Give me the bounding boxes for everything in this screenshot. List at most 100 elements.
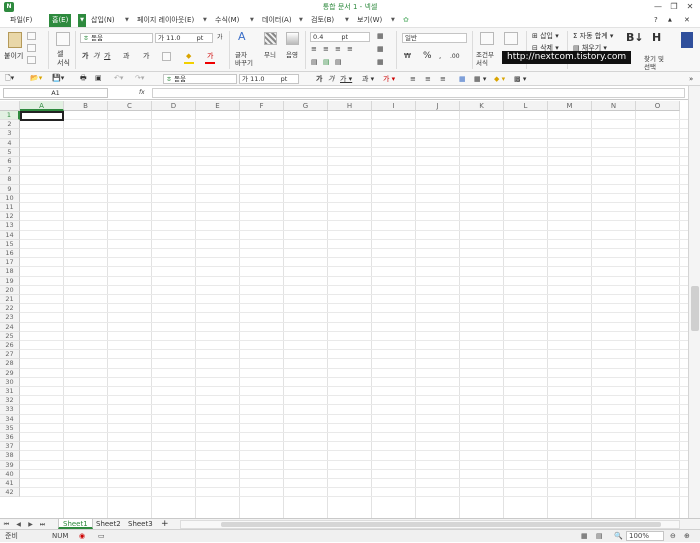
column-header-f[interactable]: F bbox=[240, 101, 284, 111]
percent-button[interactable]: % bbox=[423, 52, 432, 61]
italic-button[interactable]: 가 bbox=[93, 52, 99, 61]
caret-icon[interactable]: ▼ bbox=[299, 14, 303, 27]
cut-icon[interactable] bbox=[27, 32, 36, 40]
valign-bottom-icon[interactable]: ▤ bbox=[335, 58, 342, 67]
print-preview-icon[interactable]: ▣ bbox=[95, 74, 102, 83]
char-style-button[interactable]: 가 bbox=[143, 52, 149, 61]
macro-icon[interactable]: ▭ bbox=[98, 530, 105, 543]
caret-icon[interactable]: ▼ bbox=[203, 14, 207, 27]
menu-insert[interactable]: 삽입(N) bbox=[91, 14, 115, 27]
menu-data[interactable]: 데이터(A) bbox=[262, 14, 292, 27]
vertical-scroll-thumb[interactable] bbox=[691, 286, 699, 331]
conditional-format-label[interactable]: 조건부 서식 bbox=[476, 51, 494, 67]
row-header-28[interactable]: 28 bbox=[0, 359, 20, 369]
paste-label[interactable]: 붙이기 bbox=[4, 52, 23, 61]
row-header-9[interactable]: 9 bbox=[0, 184, 20, 194]
row-header-8[interactable]: 8 bbox=[0, 175, 20, 185]
table-style-icon[interactable] bbox=[504, 32, 518, 45]
row-header-2[interactable]: 2 bbox=[0, 120, 20, 130]
cell-format-label[interactable]: 셀 서식 bbox=[57, 50, 70, 68]
menu-formula[interactable]: 수식(M) bbox=[215, 14, 239, 27]
row-header-38[interactable]: 38 bbox=[0, 451, 20, 461]
row-header-15[interactable]: 15 bbox=[0, 239, 20, 249]
format-painter-icon[interactable] bbox=[27, 56, 36, 64]
font-name-dropdown[interactable]: ㅎ 돋움 bbox=[80, 33, 153, 43]
comma-button[interactable]: , bbox=[439, 52, 441, 61]
row-header-39[interactable]: 39 bbox=[0, 460, 20, 470]
next-sheet-icon[interactable]: ▶ bbox=[26, 520, 35, 529]
pattern-label[interactable]: 무늬 bbox=[264, 51, 276, 60]
row-header-23[interactable]: 23 bbox=[0, 313, 20, 323]
menu-file[interactable]: 파일(F) bbox=[10, 14, 32, 27]
font-color-icon[interactable]: 가 bbox=[207, 52, 213, 61]
shade-icon[interactable] bbox=[286, 32, 299, 45]
row-header-33[interactable]: 33 bbox=[0, 405, 20, 415]
help-icon[interactable]: ? bbox=[654, 14, 658, 27]
column-header-k[interactable]: K bbox=[460, 101, 504, 111]
row-header-1[interactable]: 1 bbox=[0, 111, 20, 121]
row-header-26[interactable]: 26 bbox=[0, 341, 20, 351]
row-header-36[interactable]: 36 bbox=[0, 433, 20, 443]
quick-align-left-icon[interactable]: ≡ bbox=[410, 75, 416, 84]
paste-icon[interactable] bbox=[8, 32, 22, 48]
row-header-22[interactable]: 22 bbox=[0, 304, 20, 314]
autosum-button[interactable]: Σ 자동 합계 ▾ bbox=[573, 32, 613, 41]
open-icon[interactable]: 📂▾ bbox=[30, 74, 42, 83]
find-icon[interactable]: H bbox=[652, 32, 661, 43]
row-header-25[interactable]: 25 bbox=[0, 331, 20, 341]
hancom-space-icon[interactable] bbox=[681, 32, 693, 48]
column-header-b[interactable]: B bbox=[64, 101, 108, 111]
row-header-35[interactable]: 35 bbox=[0, 423, 20, 433]
spreadsheet-grid[interactable]: ABCDEFGHIJKLMNO 1 2 3 4 5 6 7 8 9 10 11 12 13 14 15 16 1… bbox=[0, 101, 688, 518]
row-header-16[interactable]: 16 bbox=[0, 249, 20, 259]
app-logo-icon[interactable]: N bbox=[4, 2, 14, 12]
underline-button[interactable]: 가 bbox=[104, 52, 110, 61]
column-header-l[interactable]: L bbox=[504, 101, 548, 111]
row-header-13[interactable]: 13 bbox=[0, 221, 20, 231]
row-header-41[interactable]: 41 bbox=[0, 479, 20, 489]
record-macro-icon[interactable]: ◉ bbox=[79, 530, 85, 543]
text-wrap-label[interactable]: 글자 바꾸기 bbox=[235, 51, 253, 67]
restore-button[interactable]: ❐ bbox=[667, 0, 681, 13]
align-justify-icon[interactable]: ≡ bbox=[347, 45, 353, 54]
zoom-icon[interactable]: 🔍 bbox=[614, 530, 623, 543]
column-header-a[interactable]: A bbox=[20, 101, 64, 111]
horizontal-scrollbar[interactable] bbox=[180, 520, 680, 529]
minimize-button[interactable]: — bbox=[651, 0, 665, 13]
column-header-j[interactable]: J bbox=[416, 101, 460, 111]
align-right-icon[interactable]: ≡ bbox=[335, 45, 341, 54]
row-header-42[interactable]: 42 bbox=[0, 488, 20, 498]
add-sheet-button[interactable]: + bbox=[157, 519, 173, 529]
row-header-27[interactable]: 27 bbox=[0, 350, 20, 360]
function-icon[interactable]: fx bbox=[139, 88, 150, 98]
line-width-dropdown[interactable]: 0.4 pt bbox=[310, 32, 370, 42]
fill-color-icon[interactable]: ◆ bbox=[186, 52, 191, 61]
quick-underline-button[interactable]: 가 ▾ bbox=[340, 75, 352, 84]
sheet-tab-2[interactable]: Sheet2 bbox=[92, 519, 125, 529]
column-header-n[interactable]: N bbox=[592, 101, 636, 111]
row-header-30[interactable]: 30 bbox=[0, 377, 20, 387]
new-document-icon[interactable]: 🗋▾ bbox=[5, 74, 14, 83]
decimal-increase-button[interactable]: .00 bbox=[450, 52, 460, 61]
prev-sheet-icon[interactable]: ◀ bbox=[14, 520, 23, 529]
redo-icon[interactable]: ↷▾ bbox=[135, 74, 144, 83]
row-header-11[interactable]: 11 bbox=[0, 203, 20, 213]
row-header-19[interactable]: 19 bbox=[0, 276, 20, 286]
zoom-dropdown[interactable]: 100% bbox=[626, 531, 664, 541]
undo-icon[interactable]: ↶▾ bbox=[114, 74, 123, 83]
quick-align-right-icon[interactable]: ≡ bbox=[440, 75, 446, 84]
menu-home-caret-icon[interactable]: ▼ bbox=[78, 14, 86, 27]
row-header-7[interactable]: 7 bbox=[0, 166, 20, 176]
row-header-40[interactable]: 40 bbox=[0, 469, 20, 479]
row-header-34[interactable]: 34 bbox=[0, 414, 20, 424]
align-left-icon[interactable]: ≡ bbox=[311, 45, 317, 54]
font-size-dropdown[interactable]: 가 11.0 pt bbox=[155, 33, 213, 43]
row-header-18[interactable]: 18 bbox=[0, 267, 20, 277]
valign-middle-icon[interactable]: ▤ bbox=[323, 58, 330, 67]
row-header-10[interactable]: 10 bbox=[0, 193, 20, 203]
column-header-i[interactable]: I bbox=[372, 101, 416, 111]
last-sheet-icon[interactable]: ⏭ bbox=[38, 520, 47, 529]
row-header-20[interactable]: 20 bbox=[0, 285, 20, 295]
row-header-32[interactable]: 32 bbox=[0, 396, 20, 406]
caret-icon[interactable]: ▼ bbox=[250, 14, 254, 27]
